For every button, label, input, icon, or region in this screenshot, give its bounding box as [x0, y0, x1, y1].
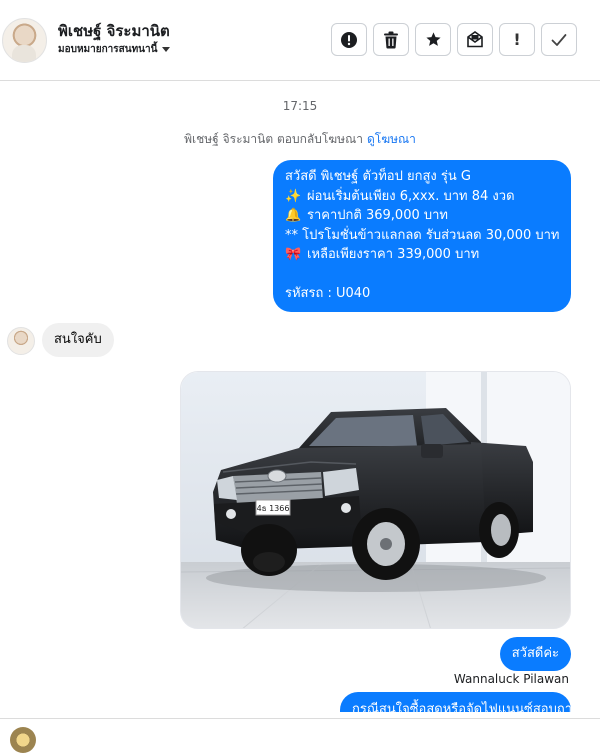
follow-up-button[interactable]: ! [499, 23, 535, 56]
star-button[interactable] [415, 23, 451, 56]
ribbon-icon: 🎀 [285, 247, 302, 262]
message-timestamp: 17:15 [282, 99, 318, 113]
envelope-icon [466, 31, 484, 48]
message-line: 🎀 เหลือเพียงราคา 339,000 บาท [285, 245, 559, 265]
message-line-blank [285, 265, 559, 285]
contact-avatar[interactable] [2, 18, 47, 63]
car-photo-attachment[interactable]: 4ธ 1366 [180, 371, 571, 629]
view-ad-link[interactable]: ดูโฆษณา [367, 132, 416, 146]
conversation-toolbar: ! [331, 23, 577, 56]
svg-text:4ธ 1366: 4ธ 1366 [257, 504, 290, 513]
bell-icon: 🔔 [285, 208, 302, 223]
conversation-header: พิเชษฐ์ จิระมานิต มอบหมายการสนทนานี้ ! [0, 0, 600, 81]
pickup-truck-image: 4ธ 1366 [181, 372, 570, 628]
contact-name[interactable]: พิเชษฐ์ จิระมานิต [58, 19, 170, 43]
message-line: สวัสดี พิเชษฐ์ ตัวท็อป ยกสูง รุ่น G [285, 169, 471, 184]
outgoing-message-partial[interactable]: กรณีสนใจซื้อสดหรือจัดไฟแนนซ์สอบถาม [340, 692, 571, 712]
message-composer [0, 718, 600, 753]
assign-label: มอบหมายการสนทนานี้ [58, 44, 158, 55]
star-icon [425, 31, 442, 48]
delete-button[interactable] [373, 23, 409, 56]
incoming-message[interactable]: สนใจคับ [42, 323, 114, 357]
message-line: ** โปรโมชั่นข้าวแลกลด รับส่วนลด 30,000 บ… [285, 227, 560, 243]
report-spam-button[interactable] [331, 23, 367, 56]
ad-reply-notice: พิเชษฐ์ จิระมานิต ตอบกลับโฆษณา ดูโฆษณา [0, 130, 600, 149]
outgoing-message[interactable]: สวัสดี พิเชษฐ์ ตัวท็อป ยกสูง รุ่น G ✨ ผ่อ… [273, 160, 571, 312]
chevron-down-icon [162, 47, 171, 52]
ad-reply-text: พิเชษฐ์ จิระมานิต ตอบกลับโฆษณา [184, 132, 363, 146]
exclamation-icon: ! [513, 30, 521, 49]
message-thread[interactable]: 17:15 พิเชษฐ์ จิระมานิต ตอบกลับโฆษณา ดูโฆ… [0, 82, 600, 712]
contact-avatar-small[interactable] [7, 327, 35, 355]
message-line: ✨ ผ่อนเริ่มต้นเพียง 6,xxx. บาท 84 งวด [285, 187, 559, 207]
alert-circle-icon [340, 31, 358, 49]
check-icon [551, 33, 567, 47]
message-line: 🔔 ราคาปกติ 369,000 บาท [285, 206, 559, 226]
message-line: รหัสรถ : U040 [285, 286, 371, 301]
sparkles-icon: ✨ [285, 188, 302, 204]
outgoing-message[interactable]: สวัสดีค่ะ [499, 637, 571, 671]
mark-unread-button[interactable] [457, 23, 493, 56]
trash-icon [383, 31, 399, 49]
mark-done-button[interactable] [541, 23, 577, 56]
assign-conversation-dropdown[interactable]: มอบหมายการสนทนานี้ [58, 42, 171, 57]
sender-name: Wannaluck Pilawan [453, 672, 569, 686]
